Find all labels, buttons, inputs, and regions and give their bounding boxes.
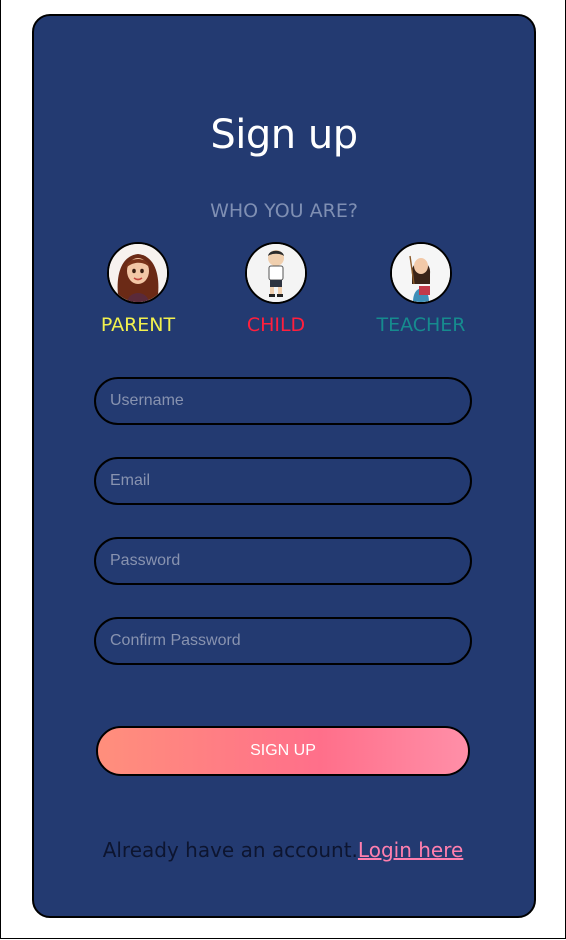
login-link[interactable]: Login here xyxy=(358,838,463,862)
parent-avatar-icon[interactable] xyxy=(107,242,169,304)
role-child[interactable]: CHILD xyxy=(216,242,336,336)
child-avatar-icon[interactable] xyxy=(245,242,307,304)
teacher-avatar-icon[interactable] xyxy=(390,242,452,304)
username-input[interactable] xyxy=(94,377,472,425)
role-label-child: CHILD xyxy=(246,314,306,336)
role-prompt: WHO YOU ARE? xyxy=(210,200,358,222)
signup-button[interactable]: SIGN UP xyxy=(96,726,470,776)
login-prompt-text: Already have an account. xyxy=(102,838,358,862)
password-input[interactable] xyxy=(94,537,472,585)
confirm-password-input[interactable] xyxy=(94,617,472,665)
role-label-teacher: TEACHER xyxy=(376,314,466,336)
login-prompt: Already have an account.Login here xyxy=(0,838,566,862)
role-label-parent: PARENT xyxy=(100,314,176,336)
email-input[interactable] xyxy=(94,457,472,505)
role-teacher[interactable]: TEACHER xyxy=(361,242,481,336)
role-parent[interactable]: PARENT xyxy=(78,242,198,336)
page-title: Sign up xyxy=(210,112,358,158)
